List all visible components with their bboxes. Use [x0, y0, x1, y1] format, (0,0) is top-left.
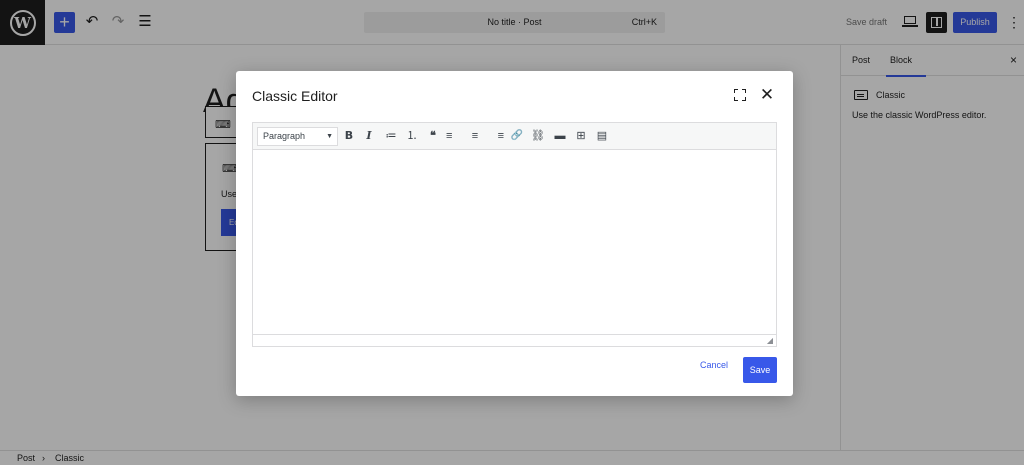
format-select[interactable]: Paragraph ▼ [257, 127, 338, 146]
resize-handle-icon[interactable]: ◢ [767, 336, 773, 345]
modal-title: Classic Editor [252, 88, 338, 104]
editor-content-area[interactable] [253, 151, 776, 334]
format-select-value: Paragraph [263, 131, 306, 141]
fullscreen-icon[interactable] [733, 88, 747, 102]
cancel-button[interactable]: Cancel [700, 360, 728, 370]
align-left-icon[interactable]: ≡ [446, 128, 462, 144]
chevron-down-icon: ▼ [326, 133, 333, 140]
toolbar-toggle-icon[interactable]: ⊞ [573, 128, 589, 144]
classic-editor-modal: Classic Editor ✕ Paragraph ▼ B I ≔ ⒈ ❝ ≡… [236, 71, 793, 396]
bold-icon[interactable]: B [341, 128, 357, 144]
save-button[interactable]: Save [743, 357, 777, 383]
align-center-icon[interactable]: ≡ [467, 128, 483, 144]
tinymce-editor: Paragraph ▼ B I ≔ ⒈ ❝ ≡ ≡ ≡ 🔗 ⛓ ▬ ⊞ ▤ ◢ [252, 122, 777, 347]
editor-statusbar: ◢ [253, 334, 776, 346]
read-more-icon[interactable]: ▬ [552, 128, 568, 144]
blockquote-icon[interactable]: ❝ [425, 128, 441, 144]
kitchen-sink-icon[interactable]: ▤ [594, 128, 610, 144]
editor-toolbar: Paragraph ▼ B I ≔ ⒈ ❝ ≡ ≡ ≡ 🔗 ⛓ ▬ ⊞ ▤ [253, 123, 776, 150]
unlink-icon[interactable]: ⛓ [530, 128, 546, 144]
bullet-list-icon[interactable]: ≔ [383, 128, 399, 144]
align-right-icon[interactable]: ≡ [488, 128, 504, 144]
italic-icon[interactable]: I [361, 128, 377, 144]
close-icon[interactable]: ✕ [758, 86, 776, 104]
link-icon[interactable]: 🔗 [509, 128, 525, 144]
numbered-list-icon[interactable]: ⒈ [404, 128, 420, 144]
